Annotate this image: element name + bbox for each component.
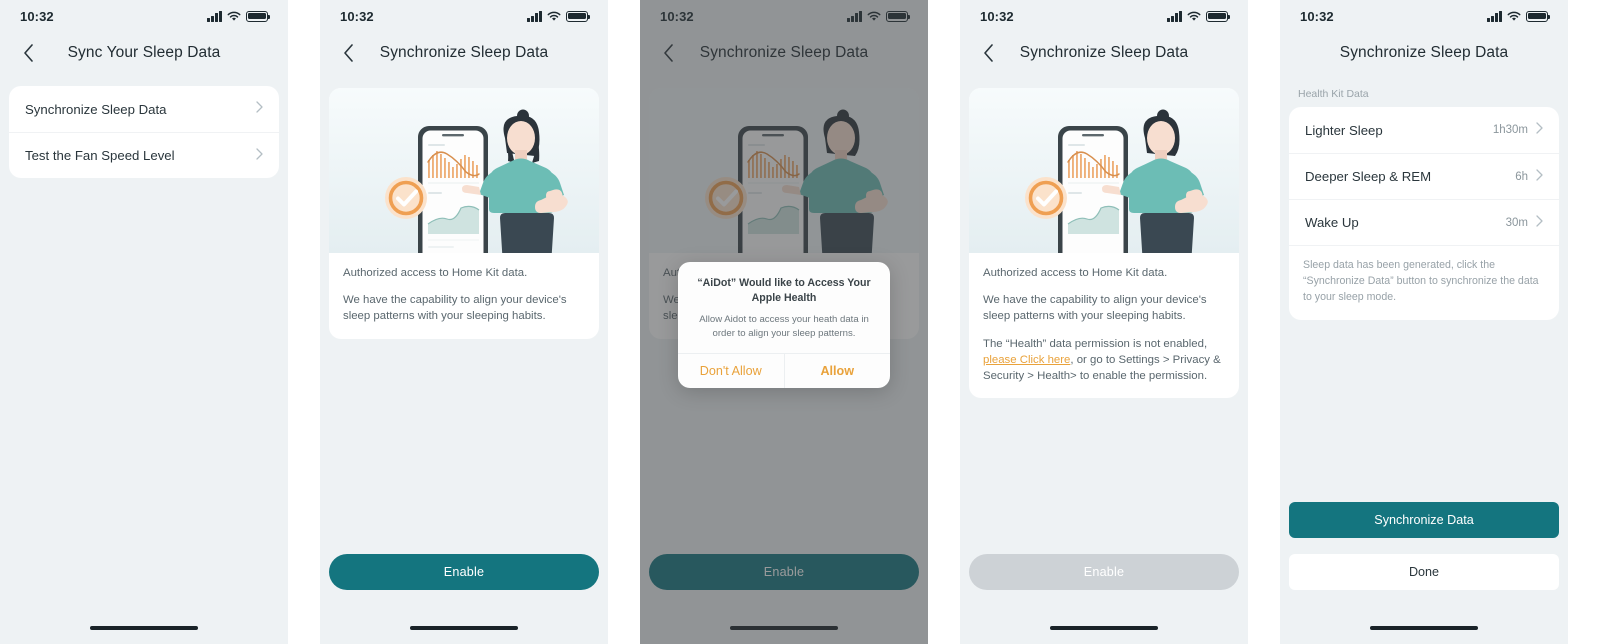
status-bar-time: 10:32	[980, 8, 1014, 24]
status-bar: 10:32	[320, 0, 608, 32]
nav-bar: Synchronize Sleep Data	[960, 32, 1248, 74]
dialog-message: Allow Aidot to access your heath data in…	[699, 313, 869, 340]
panel-gap	[608, 0, 640, 644]
chevron-right-icon	[256, 147, 263, 165]
page-title: Sync Your Sleep Data	[67, 44, 221, 61]
wifi-icon	[1507, 11, 1521, 22]
health-permission-dialog: “AiDot” Would like to Access Your Apple …	[678, 262, 890, 388]
click-here-link[interactable]: please Click here	[983, 354, 1070, 366]
info-body: Authorized access to Home Kit data. We h…	[329, 265, 599, 325]
info-card: Authorized access to Home Kit data. We h…	[969, 88, 1239, 399]
status-bar-time: 10:32	[20, 8, 54, 24]
menu-item-label: Test the Fan Speed Level	[25, 148, 175, 163]
sleep-stage-label: Lighter Sleep	[1305, 122, 1383, 138]
screen-sync-your-sleep-data: 10:32 Sync Your Sleep Data Synchronize S…	[0, 0, 288, 644]
panel-gap	[288, 0, 320, 644]
allow-button[interactable]: Allow	[783, 353, 891, 388]
status-bar: 10:32	[960, 0, 1248, 32]
note-text: Sleep data has been generated, click the…	[1303, 259, 1539, 303]
battery-full-icon	[566, 10, 591, 22]
row-right: 30m	[1506, 214, 1543, 232]
signal-bars-icon	[1167, 10, 1182, 22]
info-paragraph-2: We have the capability to align your dev…	[983, 294, 1207, 323]
sleep-stage-duration: 6h	[1515, 170, 1528, 183]
screen-synchronize-sleep-data-default: 10:32 Synchronize Sleep Data Authorized …	[320, 0, 608, 644]
screen-synchronize-sleep-data-denied: 10:32 Synchronize Sleep Data Authorized …	[960, 0, 1248, 644]
status-bar-icons	[207, 10, 271, 22]
dialog-actions: Don't Allow Allow	[678, 352, 891, 388]
signal-bars-icon	[207, 10, 222, 22]
sleep-sync-illustration	[969, 88, 1239, 253]
wifi-icon	[1187, 11, 1201, 22]
info-card: Authorized access to Home Kit data. We h…	[329, 88, 599, 339]
row-right: 1h30m	[1493, 121, 1543, 139]
info-paragraph-2: We have the capability to align your dev…	[343, 294, 567, 323]
status-bar: 10:32	[1280, 0, 1568, 32]
table-row[interactable]: Wake Up 30m	[1289, 199, 1559, 245]
info-body: Authorized access to Home Kit data. We h…	[969, 265, 1239, 384]
table-row[interactable]: Deeper Sleep & REM 6h	[1289, 153, 1559, 199]
nav-bar: Sync Your Sleep Data	[0, 32, 288, 74]
screen-synchronize-sleep-data-permission-dialog: 10:32 Synchronize Sleep Data	[640, 0, 928, 644]
menu-card: Synchronize Sleep Data Test the Fan Spee…	[9, 86, 279, 178]
sleep-data-note: Sleep data has been generated, click the…	[1289, 245, 1559, 320]
back-chevron-icon[interactable]	[336, 41, 360, 65]
back-chevron-icon[interactable]	[16, 41, 40, 65]
status-bar-icons	[1167, 10, 1231, 22]
chevron-right-icon	[1536, 214, 1543, 232]
status-bar: 10:32	[0, 0, 288, 32]
permission-error-message: The “Health” data permission is not enab…	[983, 336, 1225, 385]
home-indicator	[1050, 626, 1158, 630]
signal-bars-icon	[1487, 10, 1502, 22]
sleep-stage-duration: 30m	[1505, 216, 1528, 229]
done-button[interactable]: Done	[1289, 554, 1559, 590]
signal-bars-icon	[527, 10, 542, 22]
error-text-before: The “Health” data permission is not enab…	[983, 337, 1208, 350]
dialog-title: “AiDot” Would like to Access Your Apple …	[697, 277, 871, 305]
home-indicator	[1370, 626, 1478, 630]
sleep-stage-label: Deeper Sleep & REM	[1305, 169, 1432, 184]
wifi-icon	[547, 11, 561, 22]
menu-item-label: Synchronize Sleep Data	[25, 101, 167, 117]
sleep-data-card: Lighter Sleep 1h30m Deeper Sleep & REM 6…	[1289, 107, 1559, 320]
enable-button-disabled: Enable	[969, 554, 1239, 590]
chevron-right-icon	[1536, 121, 1543, 139]
home-indicator	[90, 626, 198, 630]
nav-bar: Synchronize Sleep Data	[1280, 32, 1568, 74]
info-paragraph-1: Authorized access to Home Kit data.	[983, 267, 1168, 279]
health-kit-data-label: Health Kit Data	[1298, 88, 1369, 100]
wifi-icon	[227, 11, 241, 22]
battery-full-icon	[1526, 10, 1551, 22]
battery-full-icon	[246, 10, 271, 22]
table-row[interactable]: Lighter Sleep 1h30m	[1289, 107, 1559, 153]
sleep-sync-illustration	[329, 88, 599, 253]
status-bar-icons	[1487, 10, 1551, 22]
row-right: 6h	[1515, 168, 1543, 186]
screen-synchronize-sleep-data-results: 10:32 Synchronize Sleep Data Health Kit …	[1280, 0, 1568, 644]
sidebar-item-test-fan-speed-level[interactable]: Test the Fan Speed Level	[9, 132, 279, 178]
dialog-body: “AiDot” Would like to Access Your Apple …	[678, 262, 890, 353]
page-title: Synchronize Sleep Data	[1019, 44, 1189, 61]
screenshot-strip: 10:32 Sync Your Sleep Data Synchronize S…	[0, 0, 1600, 644]
page-title: Synchronize Sleep Data	[1339, 44, 1509, 61]
dont-allow-button[interactable]: Don't Allow	[678, 354, 784, 388]
panel-gap	[1248, 0, 1280, 644]
info-paragraph-1: Authorized access to Home Kit data.	[343, 267, 528, 279]
battery-full-icon	[1206, 10, 1231, 22]
nav-bar: Synchronize Sleep Data	[320, 32, 608, 74]
chevron-right-icon	[256, 100, 263, 118]
sleep-stage-label: Wake Up	[1305, 215, 1359, 230]
sidebar-item-synchronize-sleep-data[interactable]: Synchronize Sleep Data	[9, 86, 279, 132]
page-title: Synchronize Sleep Data	[379, 44, 549, 61]
chevron-right-icon	[1536, 168, 1543, 186]
status-bar-time: 10:32	[1300, 8, 1334, 24]
home-indicator	[410, 626, 518, 630]
panel-gap	[928, 0, 960, 644]
status-bar-time: 10:32	[340, 8, 374, 24]
status-bar-icons	[527, 10, 591, 22]
enable-button[interactable]: Enable	[329, 554, 599, 590]
synchronize-data-button[interactable]: Synchronize Data	[1289, 502, 1559, 538]
sleep-stage-duration: 1h30m	[1492, 124, 1528, 136]
back-chevron-icon[interactable]	[976, 41, 1000, 65]
